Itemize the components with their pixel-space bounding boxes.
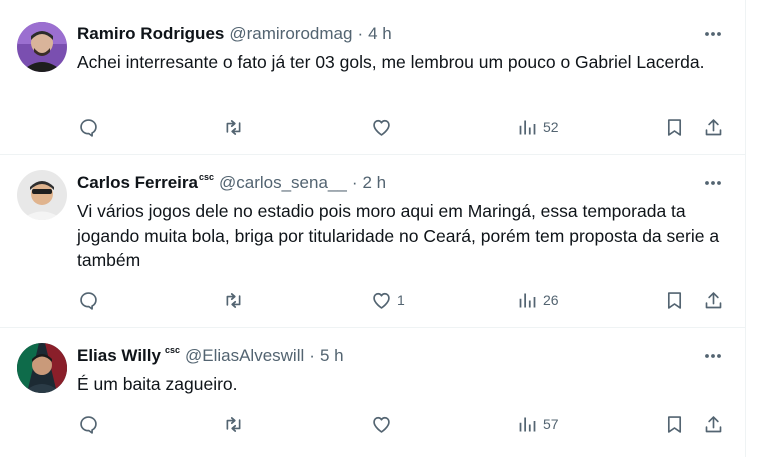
bookmark-button[interactable] bbox=[664, 288, 685, 312]
views-chart-icon bbox=[519, 293, 536, 307]
share-icon bbox=[705, 118, 722, 135]
view-count: 26 bbox=[543, 292, 559, 308]
tweet[interactable]: Elias Willy csc @EliasAlveswill · 5 h É … bbox=[0, 328, 746, 457]
author-name[interactable]: Ramiro Rodrigues bbox=[77, 24, 224, 44]
author-name[interactable]: Carlos Ferreira bbox=[77, 173, 198, 193]
views-chart-icon bbox=[519, 120, 536, 134]
retweet-icon bbox=[226, 292, 241, 308]
tweet[interactable]: Carlos Ferreira csc @carlos_sena__ · 2 h… bbox=[0, 155, 746, 328]
more-horizontal-icon bbox=[705, 32, 721, 36]
reply-button[interactable] bbox=[78, 412, 104, 436]
tweet-text: Vi vários jogos dele no estadio pois mor… bbox=[77, 201, 720, 270]
views-button[interactable]: 52 bbox=[517, 115, 559, 139]
views-chart-icon bbox=[519, 417, 536, 431]
bookmark-button[interactable] bbox=[664, 115, 685, 139]
bookmark-icon bbox=[667, 118, 682, 136]
retweet-icon bbox=[226, 416, 241, 432]
timestamp[interactable]: 4 h bbox=[368, 24, 392, 44]
reply-button[interactable] bbox=[78, 115, 104, 139]
bookmark-icon bbox=[667, 291, 682, 309]
separator-dot: · bbox=[357, 24, 364, 43]
tweet-actions: 1 26 bbox=[0, 288, 746, 312]
avatar[interactable] bbox=[17, 22, 67, 72]
author-handle[interactable]: @EliasAlveswill bbox=[185, 346, 304, 366]
bookmark-button[interactable] bbox=[664, 412, 685, 436]
timestamp[interactable]: 2 h bbox=[363, 173, 387, 193]
reply-icon bbox=[80, 291, 97, 310]
retweet-icon bbox=[226, 119, 241, 135]
more-horizontal-icon bbox=[705, 354, 721, 358]
more-options-button[interactable] bbox=[702, 345, 724, 367]
tweet-header: Carlos Ferreira csc @carlos_sena__ · 2 h bbox=[77, 172, 386, 194]
heart-icon bbox=[373, 292, 390, 309]
view-count: 52 bbox=[543, 119, 559, 135]
tweet-header: Elias Willy csc @EliasAlveswill · 5 h bbox=[77, 345, 344, 367]
tweet-actions: 52 bbox=[0, 115, 746, 139]
more-horizontal-icon bbox=[705, 181, 721, 185]
avatar[interactable] bbox=[17, 170, 67, 220]
views-button[interactable]: 26 bbox=[517, 288, 559, 312]
tweet-actions: 57 bbox=[0, 412, 746, 436]
like-button[interactable] bbox=[371, 412, 397, 436]
retweet-button[interactable] bbox=[223, 412, 249, 436]
tweet-header: Ramiro Rodrigues @ramirorodmag · 4 h bbox=[77, 23, 392, 45]
author-handle[interactable]: @carlos_sena__ bbox=[219, 173, 347, 193]
reply-feed: Ramiro Rodrigues @ramirorodmag · 4 h Ach… bbox=[0, 0, 746, 457]
affiliate-badge: csc bbox=[164, 345, 180, 355]
share-button[interactable] bbox=[703, 412, 724, 436]
reply-icon bbox=[80, 118, 97, 137]
share-icon bbox=[705, 415, 722, 432]
author-handle[interactable]: @ramirorodmag bbox=[229, 24, 352, 44]
heart-icon bbox=[373, 416, 390, 433]
retweet-button[interactable] bbox=[223, 115, 249, 139]
reply-button[interactable] bbox=[78, 288, 104, 312]
bookmark-icon bbox=[667, 415, 682, 433]
retweet-button[interactable] bbox=[223, 288, 249, 312]
more-options-button[interactable] bbox=[702, 23, 724, 45]
reply-icon bbox=[80, 415, 97, 434]
like-button[interactable]: 1 bbox=[371, 288, 405, 312]
affiliate-badge: csc bbox=[198, 172, 214, 182]
tweet[interactable]: Ramiro Rodrigues @ramirorodmag · 4 h Ach… bbox=[0, 0, 746, 155]
share-icon bbox=[705, 291, 722, 308]
share-button[interactable] bbox=[703, 288, 724, 312]
timestamp[interactable]: 5 h bbox=[320, 346, 344, 366]
tweet-text: Achei interresante o fato já ter 03 gols… bbox=[77, 52, 705, 72]
heart-icon bbox=[373, 119, 390, 136]
like-count: 1 bbox=[397, 292, 405, 308]
more-options-button[interactable] bbox=[702, 172, 724, 194]
separator-dot: · bbox=[309, 346, 315, 365]
separator-dot: · bbox=[351, 173, 358, 192]
tweet-text: É um baita zagueiro. bbox=[77, 374, 238, 394]
views-button[interactable]: 57 bbox=[517, 412, 559, 436]
author-name[interactable]: Elias Willy bbox=[77, 346, 161, 366]
share-button[interactable] bbox=[703, 115, 724, 139]
like-button[interactable] bbox=[371, 115, 397, 139]
view-count: 57 bbox=[543, 416, 559, 432]
avatar[interactable] bbox=[17, 343, 67, 393]
